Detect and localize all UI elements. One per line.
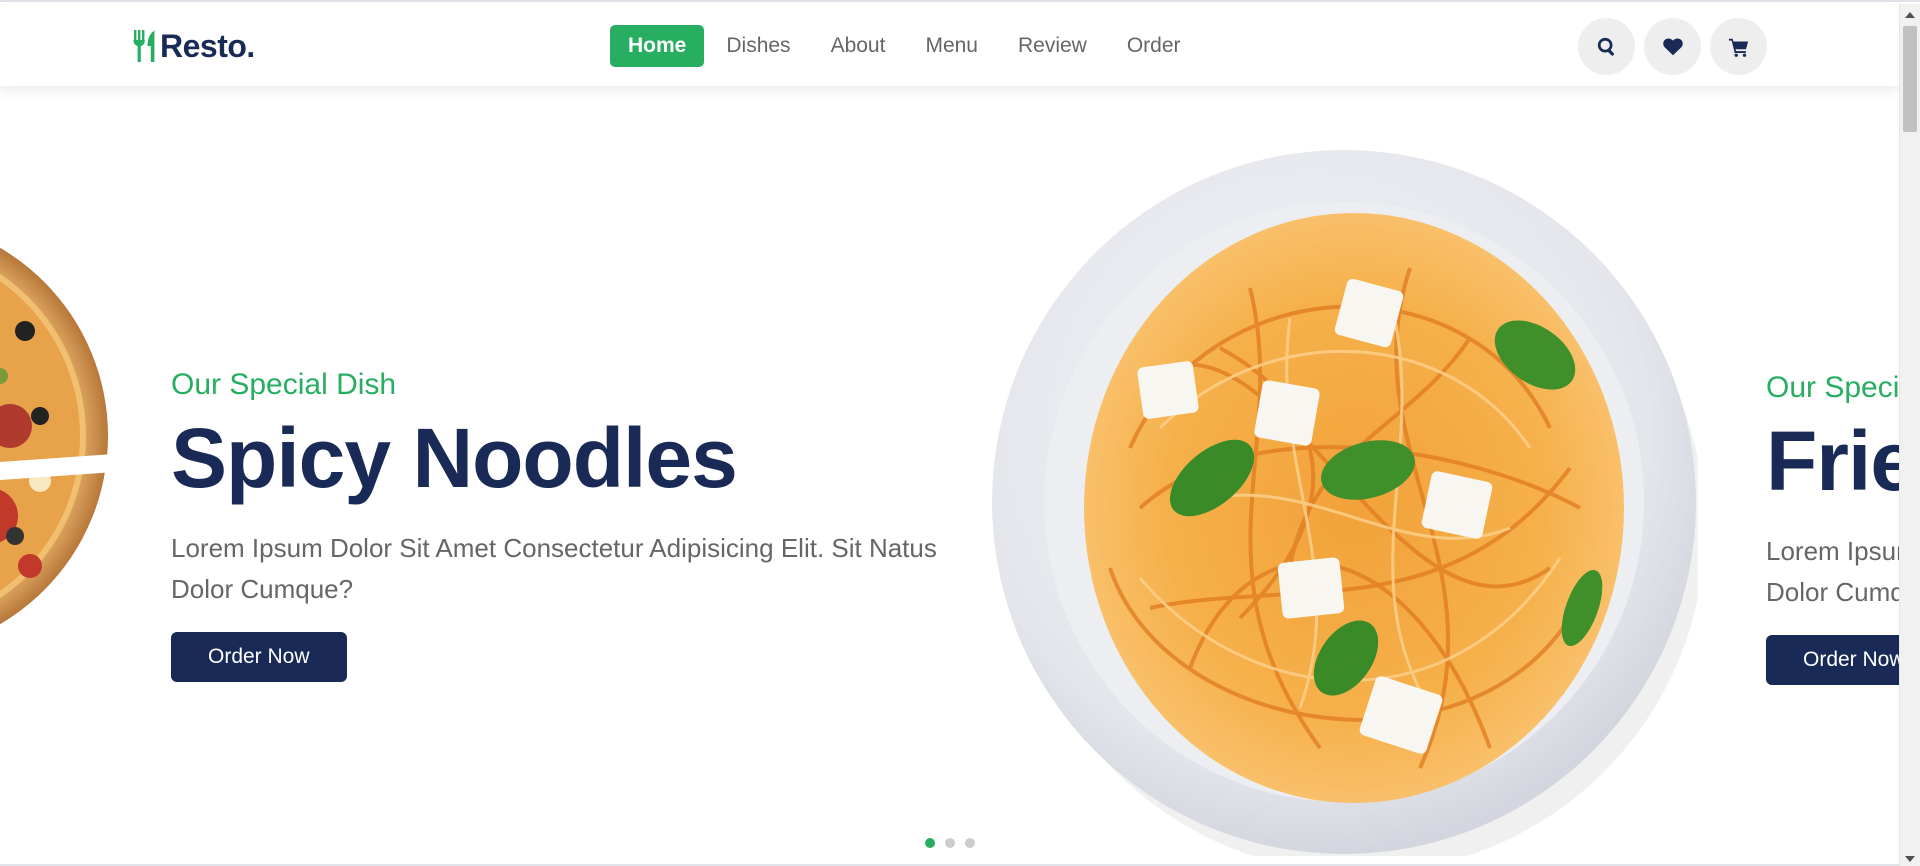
pagination-dot-1[interactable] [925,838,935,848]
scroll-down-arrow[interactable] [1905,856,1915,862]
scroll-thumb[interactable] [1903,26,1917,132]
wishlist-button[interactable] [1644,18,1701,75]
cart-button[interactable] [1710,18,1767,75]
slider-pagination [925,838,975,848]
nav-dishes[interactable]: Dishes [708,25,808,67]
nav-order[interactable]: Order [1109,25,1199,67]
search-icon [1597,37,1614,56]
slide-content: Our Special Dish Spicy Noodles Lorem Ips… [171,368,991,682]
slide-subtitle: Our Special Dish [1766,371,1899,404]
logo[interactable]: Resto. [132,28,255,64]
page-scrollbar[interactable] [1899,4,1920,866]
order-now-button-next[interactable]: Order Now [1766,635,1899,685]
cart-icon [1728,38,1748,57]
scroll-up-arrow[interactable] [1905,12,1915,18]
pagination-dot-3[interactable] [965,838,975,848]
slide-title: Spicy Noodles [171,411,738,505]
site-header: Resto. Home Dishes About Menu Review Ord… [0,4,1899,86]
heart-icon [1662,37,1683,55]
order-now-button[interactable]: Order Now [171,632,347,682]
slide-subtitle: Our Special Dish [171,368,397,401]
pagination-dot-2[interactable] [945,838,955,848]
nav-about[interactable]: About [813,25,904,67]
hero-slider: Our Special Dish Spicy Noodles Lorem Ips… [0,86,1899,866]
spicy-noodles-image [992,150,1698,856]
slide-content-next: Our Special Dish Fried Chicken Lorem Ips… [1766,371,1899,685]
slide-fried-chicken: Our Special Dish Fried Chicken Lorem Ips… [1766,86,1899,866]
search-button[interactable] [1578,18,1635,75]
brand-name: Resto. [160,27,255,64]
utensils-icon [133,30,156,62]
main-nav: Home Dishes About Menu Review Order [610,25,1203,67]
slide-title: Fried Chicken [1766,414,1899,508]
pizza-image [0,247,110,625]
slide-description: Lorem Ipsum Dolor Sit Amet Consectetur A… [171,533,937,604]
nav-menu[interactable]: Menu [907,25,996,67]
slide-description: Lorem Ipsum Dolor Sit Amet Consectetur A… [1766,536,1899,607]
nav-review[interactable]: Review [1000,25,1105,67]
page: Resto. Home Dishes About Menu Review Ord… [0,0,1920,866]
nav-home[interactable]: Home [610,25,705,67]
header-icons [1578,18,1767,75]
